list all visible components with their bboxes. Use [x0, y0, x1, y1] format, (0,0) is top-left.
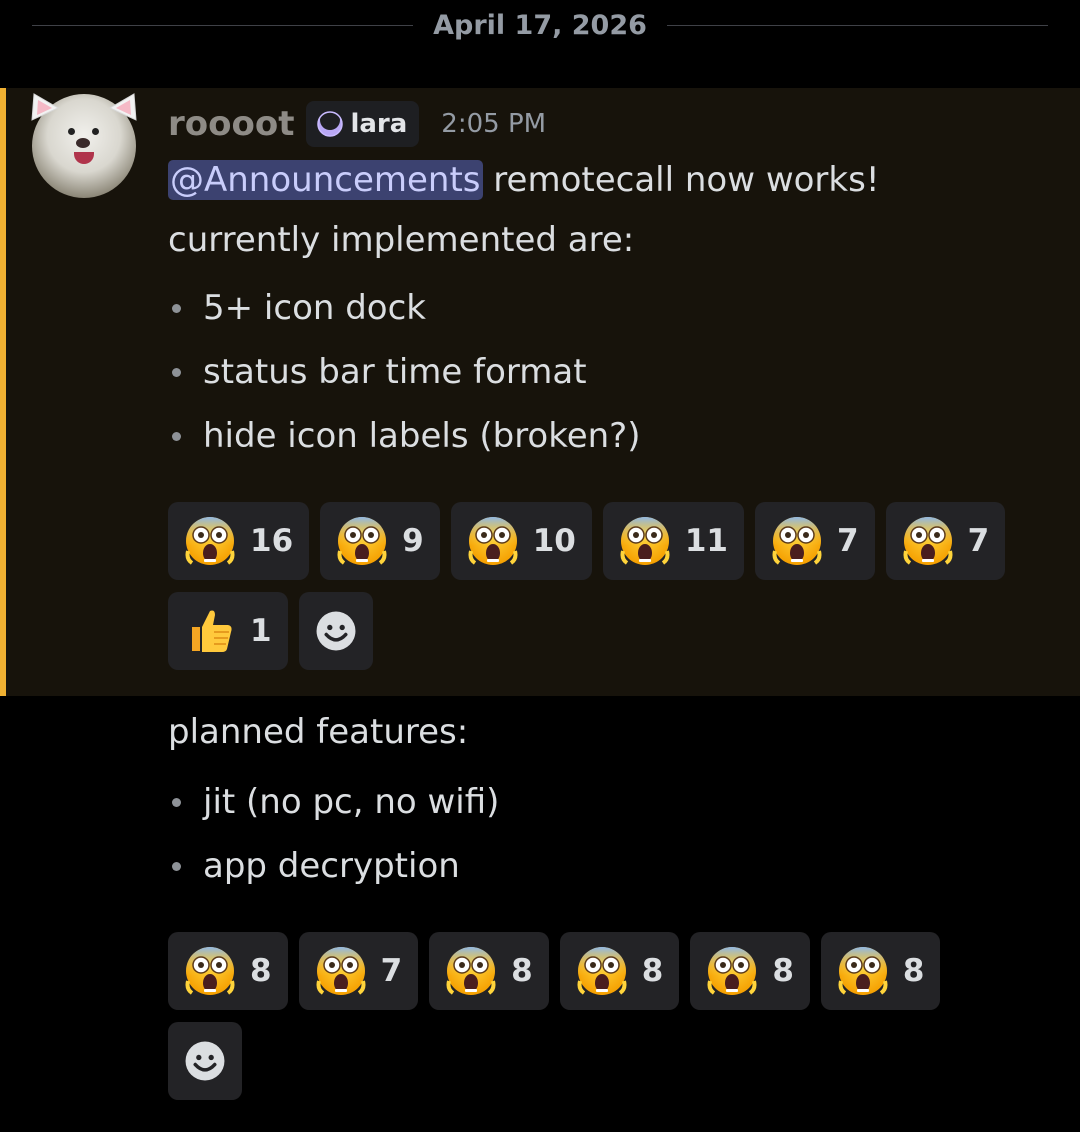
reaction-button[interactable]: 7 — [885, 502, 1006, 580]
screaming-face-icon — [576, 945, 628, 997]
reaction-count: 10 — [532, 523, 576, 559]
add-reaction-icon — [182, 1035, 228, 1087]
reaction-count: 7 — [967, 523, 990, 559]
reaction-button[interactable]: 9 — [320, 502, 440, 580]
screaming-face-icon — [837, 945, 889, 997]
reaction-button[interactable]: 7 — [755, 502, 875, 580]
thumbs-up-icon — [184, 605, 236, 657]
message-line-2: currently implemented are: — [168, 220, 635, 260]
add-reaction-icon — [313, 605, 359, 657]
reaction-count: 1 — [250, 613, 272, 649]
list-item: 5+ icon dock — [168, 276, 640, 340]
mention-bar — [0, 88, 6, 696]
reaction-button[interactable]: 8 — [168, 932, 288, 1010]
screaming-face-icon — [619, 515, 671, 567]
message-line-1: @Announcements remotecall now works! — [168, 152, 879, 208]
divider-date: April 17, 2026 — [433, 9, 647, 41]
message-header: roooot lara 2:05 PM — [168, 100, 546, 148]
screaming-face-icon — [706, 945, 758, 997]
screaming-face-icon — [184, 515, 236, 567]
reaction-bar: 16 9 10 11 7 7 — [168, 502, 1006, 580]
reaction-count: 8 — [902, 953, 925, 989]
reaction-bar: 8 7 8 8 8 8 — [168, 932, 941, 1010]
reaction-button[interactable]: 1 — [168, 592, 288, 670]
screaming-face-icon — [445, 945, 497, 997]
reaction-count: 8 — [772, 953, 794, 989]
avatar-eye-right — [92, 128, 99, 135]
implemented-list: 5+ icon dock status bar time format hide… — [168, 276, 640, 468]
screaming-face-icon — [336, 515, 388, 567]
avatar-eye-left — [68, 128, 75, 135]
list-item-text: hide icon labels (broken?) — [203, 416, 641, 456]
bullet-dot — [172, 431, 181, 441]
add-reaction-button[interactable] — [298, 592, 373, 670]
reaction-count: 7 — [380, 953, 403, 989]
screaming-face-icon — [184, 945, 236, 997]
reaction-count: 11 — [684, 523, 728, 559]
reaction-button[interactable]: 8 — [429, 932, 549, 1010]
bullet-dot — [172, 797, 181, 807]
reaction-bar — [168, 1022, 242, 1100]
list-item-text: 5+ icon dock — [203, 288, 426, 328]
screaming-face-icon — [467, 515, 519, 567]
list-item: hide icon labels (broken?) — [168, 404, 640, 468]
list-item: jit (no pc, no wifi) — [168, 770, 499, 834]
list-item: app decryption — [168, 834, 499, 898]
reaction-button[interactable]: 8 — [820, 932, 941, 1010]
reaction-button[interactable]: 8 — [559, 932, 680, 1010]
reaction-count: 7 — [837, 523, 859, 559]
date-divider: April 17, 2026 — [32, 0, 1049, 50]
username[interactable]: roooot — [168, 104, 294, 144]
reaction-button[interactable]: 10 — [450, 502, 592, 580]
divider-line-left — [32, 24, 414, 26]
reaction-bar: 1 — [168, 592, 373, 670]
reaction-button[interactable]: 11 — [602, 502, 744, 580]
reaction-button[interactable]: 8 — [690, 932, 810, 1010]
add-reaction-button[interactable] — [168, 1022, 242, 1100]
guild-tag[interactable]: lara — [306, 101, 420, 147]
timestamp[interactable]: 2:05 PM — [441, 109, 546, 139]
cat-ear-right-icon — [108, 93, 137, 121]
divider-line-right — [666, 24, 1049, 26]
reaction-count: 8 — [250, 953, 272, 989]
bullet-dot — [172, 861, 181, 871]
reaction-count: 9 — [402, 523, 424, 559]
reaction-count: 16 — [250, 523, 294, 559]
screaming-face-icon — [902, 515, 954, 567]
cat-ear-left-icon — [31, 93, 60, 121]
followup-heading: planned features: — [168, 712, 469, 752]
reaction-count: 8 — [641, 953, 664, 989]
reaction-count: 8 — [511, 953, 533, 989]
screaming-face-icon — [771, 515, 823, 567]
moon-crescent-icon — [317, 110, 344, 137]
avatar-mouth — [74, 152, 94, 164]
screaming-face-icon — [315, 945, 367, 997]
message-line-1-text: remotecall now works! — [482, 160, 880, 200]
avatar-nose — [76, 138, 90, 148]
list-item-text: jit (no pc, no wifi) — [203, 782, 500, 822]
list-item-text: status bar time format — [203, 352, 587, 392]
reaction-button[interactable]: 7 — [298, 932, 419, 1010]
list-item: status bar time format — [168, 340, 640, 404]
avatar[interactable] — [28, 90, 140, 202]
bullet-dot — [172, 367, 181, 377]
guild-tag-label: lara — [350, 109, 408, 139]
list-item-text: app decryption — [203, 846, 460, 886]
role-mention[interactable]: @Announcements — [168, 160, 483, 200]
planned-list: jit (no pc, no wifi) app decryption — [168, 770, 499, 898]
bullet-dot — [172, 303, 181, 313]
reaction-button[interactable]: 16 — [168, 502, 310, 580]
